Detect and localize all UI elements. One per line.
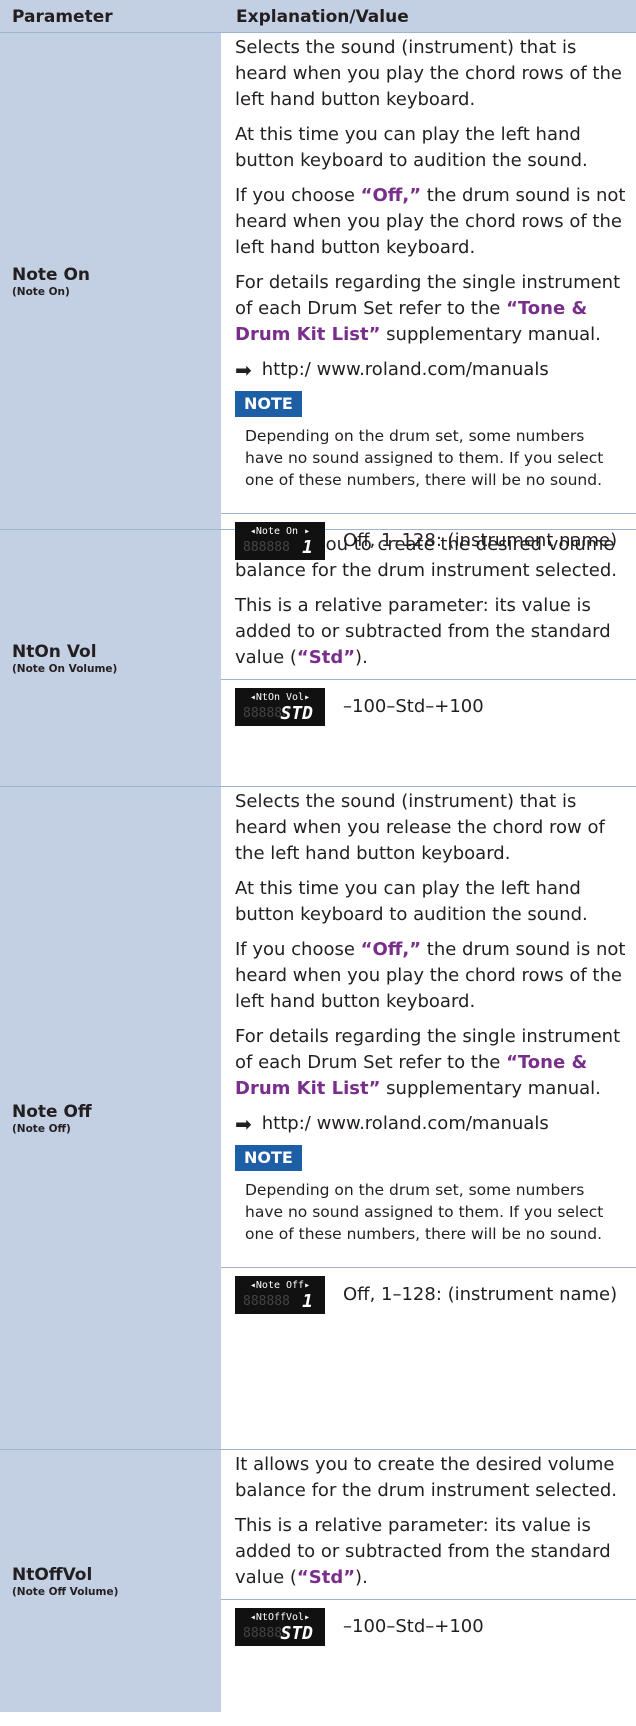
- note-label: NOTE: [235, 391, 302, 417]
- link-text[interactable]: http:/ www.roland.com/manuals: [262, 1111, 549, 1137]
- quoted-value: “Std”: [296, 647, 356, 668]
- description-text: For details regarding the single instrum…: [235, 1026, 621, 1099]
- header-explanation: Explanation/Value: [236, 7, 409, 27]
- lcd-display: ◂Note Off▸ 888888 1: [235, 1276, 325, 1314]
- parameter-full-name: (Note Off): [12, 1123, 71, 1135]
- parameter-name: NtOffVol: [12, 1565, 93, 1585]
- parameter-name: NtOn Vol: [12, 642, 97, 662]
- note-text: Depending on the drum set, some numbers …: [245, 1181, 604, 1243]
- description-text: At this time you can play the left hand …: [235, 878, 588, 925]
- lcd-value: STD: [280, 703, 313, 724]
- arrow-right-icon: ➡: [235, 358, 252, 382]
- value-row: ◂NtOffVol▸ 888888 STD –100–Std–+100: [221, 1599, 636, 1654]
- description-text: This is a relative parameter: its value …: [235, 1515, 611, 1588]
- parameter-full-name: (Note Off Volume): [12, 1586, 119, 1598]
- parameter-table: Parameter Explanation/Value Note On (Not…: [0, 0, 636, 1712]
- lcd-display: ◂NtOn Vol▸ 888888 STD: [235, 688, 325, 726]
- parameter-full-name: (Note On Volume): [12, 663, 118, 675]
- parameter-cell: NtOn Vol (Note On Volume): [0, 530, 221, 786]
- description-text: If you choose “Off,” the drum sound is n…: [235, 185, 626, 258]
- parameter-cell: Note On (Note On): [0, 33, 221, 529]
- note-label: NOTE: [235, 1145, 302, 1171]
- value-range: –100–Std–+100: [343, 696, 484, 717]
- arrow-right-icon: ➡: [235, 1112, 252, 1136]
- parameter-name: Note Off: [12, 1102, 92, 1122]
- quoted-value: “Std”: [296, 1567, 356, 1588]
- description-text: Selects the sound (instrument) that is h…: [235, 791, 605, 864]
- table-row-ntonvol: NtOn Vol (Note On Volume) It allows you …: [0, 530, 636, 787]
- lcd-value: 1: [302, 537, 313, 558]
- manuals-link[interactable]: ➡ http:/ www.roland.com/manuals: [235, 1111, 628, 1137]
- description-text: Selects the sound (instrument) that is h…: [235, 37, 622, 110]
- header-parameter: Parameter: [12, 7, 113, 27]
- quoted-value: “Off,”: [360, 939, 422, 960]
- value-range: –100–Std–+100: [343, 1616, 484, 1637]
- table-row-note-off: Note Off (Note Off) Selects the sound (i…: [0, 787, 636, 1450]
- manuals-link[interactable]: ➡ http:/ www.roland.com/manuals: [235, 357, 628, 383]
- quoted-value: “Off,”: [360, 185, 422, 206]
- lcd-display: ◂NtOffVol▸ 888888 STD: [235, 1608, 325, 1646]
- note-text: Depending on the drum set, some numbers …: [245, 427, 604, 489]
- parameter-name: Note On: [12, 265, 91, 285]
- note-box: NOTE Depending on the drum set, some num…: [235, 391, 628, 501]
- table-row-note-on: Note On (Note On) Selects the sound (ins…: [0, 33, 636, 560]
- link-text[interactable]: http:/ www.roland.com/manuals: [262, 357, 549, 383]
- lcd-ghost-segments: 888888: [243, 540, 290, 555]
- value-range: Off, 1–128: (instrument name): [343, 1284, 618, 1305]
- parameter-cell: NtOffVol (Note Off Volume): [0, 1450, 221, 1712]
- description-text: It allows you to create the desired volu…: [235, 1454, 617, 1501]
- description-text: For details regarding the single instrum…: [235, 272, 621, 345]
- explanation-cell: Selects the sound (instrument) that is h…: [221, 33, 636, 560]
- value-row: ◂Note Off▸ 888888 1 Off, 1–128: (instrum…: [221, 1267, 636, 1322]
- lcd-display: ◂Note On ▸ 888888 1: [235, 522, 325, 560]
- explanation-cell: Selects the sound (instrument) that is h…: [221, 787, 636, 1449]
- explanation-cell: It allows you to create the desired volu…: [221, 530, 636, 786]
- description-text: This is a relative parameter: its value …: [235, 595, 611, 668]
- note-box: NOTE Depending on the drum set, some num…: [235, 1145, 628, 1255]
- lcd-value: STD: [280, 1623, 313, 1644]
- table-header: Parameter Explanation/Value: [0, 0, 636, 33]
- description-text: At this time you can play the left hand …: [235, 124, 588, 171]
- lcd-ghost-segments: 888888: [243, 1294, 290, 1309]
- description-text: If you choose “Off,” the drum sound is n…: [235, 939, 626, 1012]
- lcd-value: 1: [302, 1291, 313, 1312]
- value-row: ◂NtOn Vol▸ 888888 STD –100–Std–+100: [221, 679, 636, 734]
- explanation-cell: It allows you to create the desired volu…: [221, 1450, 636, 1712]
- parameter-full-name: (Note On): [12, 286, 70, 298]
- table-row-ntoffvol: NtOffVol (Note Off Volume) It allows you…: [0, 1450, 636, 1712]
- parameter-cell: Note Off (Note Off): [0, 787, 221, 1449]
